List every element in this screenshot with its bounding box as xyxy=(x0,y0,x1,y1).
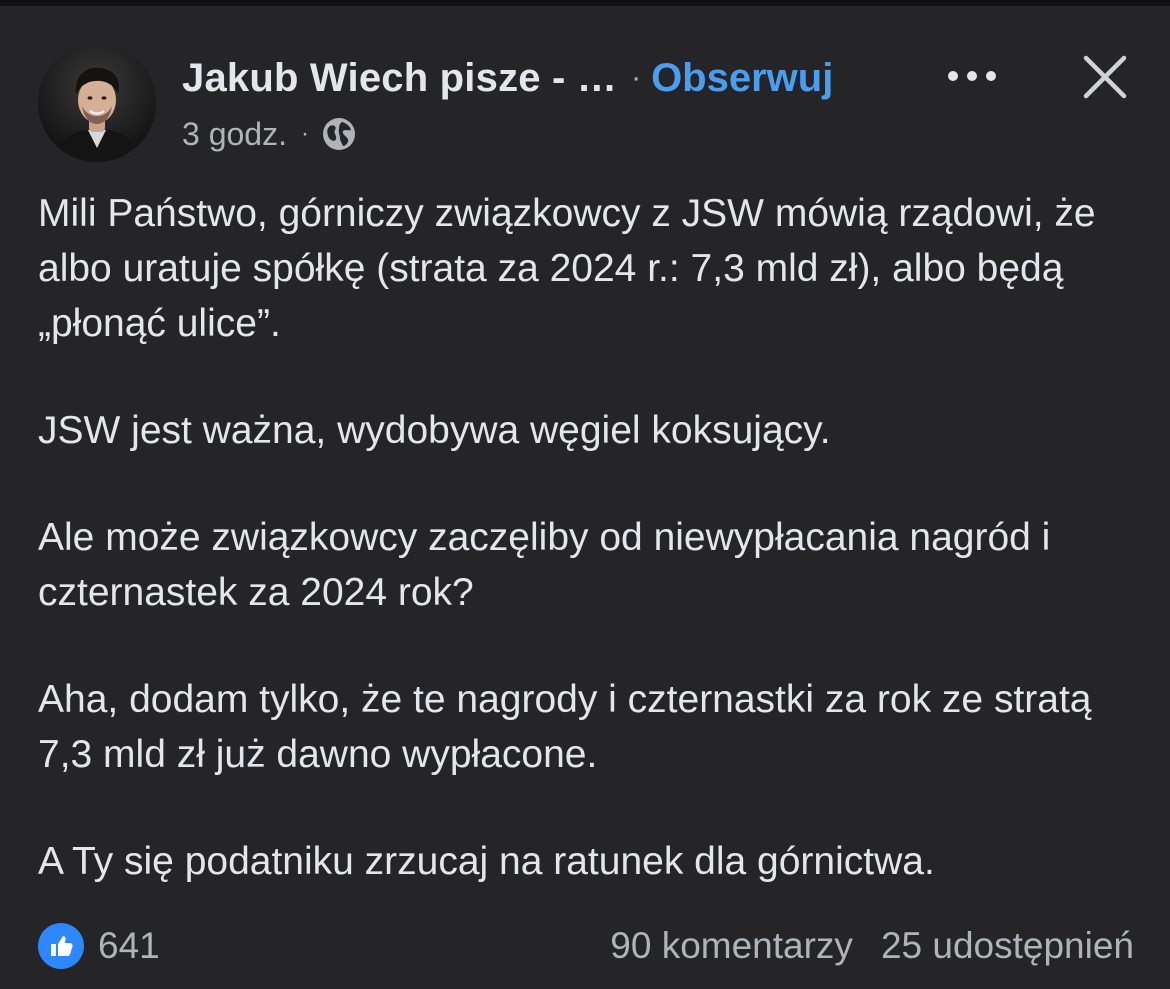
meta-separator: · xyxy=(300,120,309,147)
close-icon xyxy=(1083,55,1127,99)
author-line: Jakub Wiech pisze - … · Obserwuj xyxy=(182,52,833,104)
globe-icon xyxy=(321,116,357,152)
post-card: Jakub Wiech pisze - … · Obserwuj 3 godz.… xyxy=(0,6,1170,989)
close-button[interactable] xyxy=(1078,50,1132,104)
post-paragraph: Mili Państwo, górniczy związkowcy z JSW … xyxy=(38,192,1096,345)
post-paragraph: Aha, dodam tylko, że te nagrody i cztern… xyxy=(38,678,1092,776)
reaction-count[interactable]: 641 xyxy=(98,925,160,967)
author-separator: · xyxy=(631,61,642,94)
comments-count[interactable]: 90 komentarzy xyxy=(610,925,853,967)
more-options-button[interactable] xyxy=(942,54,1002,98)
like-icon[interactable] xyxy=(38,923,84,969)
avatar-photo xyxy=(38,44,156,162)
post-paragraph: Ale może związkowcy zaczęliby od niewypł… xyxy=(38,516,1051,614)
shares-count[interactable]: 25 udostępnień xyxy=(881,925,1134,967)
avatar[interactable] xyxy=(38,44,156,162)
post-meta: 3 godz. · xyxy=(182,112,357,156)
post-body: Mili Państwo, górniczy związkowcy z JSW … xyxy=(38,186,1138,889)
author-name[interactable]: Jakub Wiech pisze - … xyxy=(182,56,617,101)
post-paragraph: JSW jest ważna, wydobywa węgiel koksując… xyxy=(38,409,831,452)
follow-button[interactable]: Obserwuj xyxy=(651,56,833,101)
more-horizontal-icon xyxy=(948,71,996,81)
post-footer: 641 90 komentarzy 25 udostępnień xyxy=(38,918,1134,974)
post-paragraph: A Ty się podatniku zrzucaj na ratunek dl… xyxy=(38,840,935,883)
post-timestamp[interactable]: 3 godz. xyxy=(182,116,287,153)
